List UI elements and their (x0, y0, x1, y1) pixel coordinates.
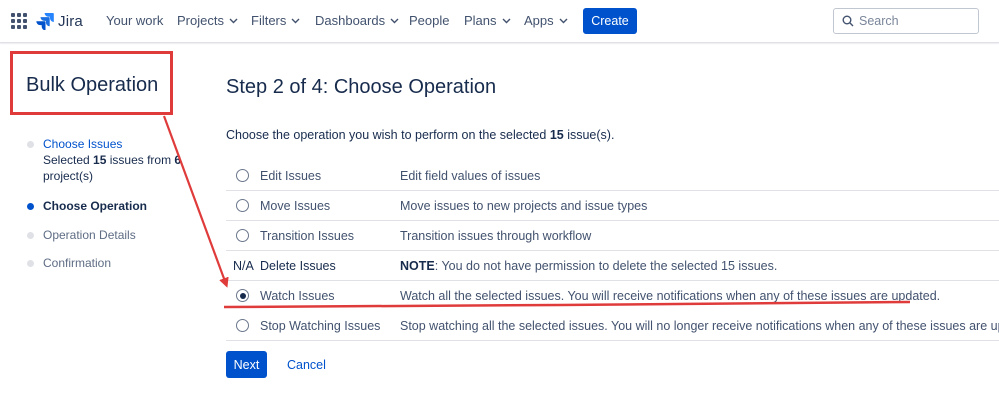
sidebar-title: Bulk Operation (26, 74, 159, 96)
na-label: N/A (233, 259, 254, 273)
chevron-down-icon (502, 18, 511, 23)
step-confirmation-label: Confirmation (43, 256, 112, 270)
operation-description: Transition issues through workflow (400, 229, 592, 243)
step-dot (27, 260, 34, 267)
operation-description: Watch all the selected issues. You will … (400, 289, 941, 303)
nav-projects[interactable]: Projects (177, 13, 238, 28)
nav-filters[interactable]: Filters (251, 13, 300, 28)
page-title: Step 2 of 4: Choose Operation (226, 76, 497, 98)
jira-logo[interactable]: Jira (36, 11, 83, 31)
step-operation-details-label: Operation Details (43, 228, 136, 242)
operation-label: Move Issues (260, 199, 331, 213)
chevron-down-icon (390, 18, 399, 23)
jira-logo-icon (36, 13, 54, 30)
nav-dashboards-label: Dashboards (315, 13, 386, 28)
nav-your-work-label: Your work (106, 13, 164, 28)
radio-watch-issues[interactable] (236, 289, 249, 302)
step-dot (27, 232, 34, 239)
operation-label: Edit Issues (260, 169, 322, 183)
nav-apps-label: Apps (524, 13, 554, 28)
create-button[interactable]: Create (583, 8, 637, 34)
step-dot-active (27, 203, 34, 210)
nav-people-label: People (409, 13, 450, 28)
search-icon (842, 15, 854, 27)
nav-your-work[interactable]: Your work (106, 13, 163, 28)
app-switcher-icon[interactable] (11, 13, 27, 29)
operation-row-edit[interactable]: Edit Issues Edit field values of issues (226, 161, 999, 191)
operation-note: NOTE: You do not have permission to dele… (400, 259, 778, 273)
operation-description: Stop watching all the selected issues. Y… (400, 319, 999, 333)
nav-filters-label: Filters (251, 13, 287, 28)
operation-row-delete: N/A Delete Issues NOTE: You do not have … (226, 251, 999, 281)
operation-row-move[interactable]: Move Issues Move issues to new projects … (226, 191, 999, 221)
nav-dashboards[interactable]: Dashboards (315, 13, 399, 28)
step-choose-issues-detail: Selected 15 issues from 6 project(s) (43, 153, 182, 183)
nav-people[interactable]: People (409, 13, 449, 28)
operation-label: Delete Issues (260, 259, 336, 273)
step-choose-operation-label: Choose Operation (43, 199, 148, 213)
operation-label: Transition Issues (260, 229, 355, 243)
search-box[interactable] (833, 8, 979, 34)
chevron-down-icon (291, 18, 300, 23)
logo-text: Jira (58, 12, 83, 30)
radio-transition-issues[interactable] (236, 229, 249, 242)
nav-plans[interactable]: Plans (464, 13, 511, 28)
nav-plans-label: Plans (464, 13, 497, 28)
step-dot (27, 141, 34, 148)
step-choose-issues-link[interactable]: Choose Issues (43, 136, 183, 152)
chevron-down-icon (229, 18, 238, 23)
radio-edit-issues[interactable] (236, 169, 249, 182)
next-button[interactable]: Next (226, 351, 267, 378)
operation-label: Watch Issues (260, 289, 335, 303)
operation-row-watch[interactable]: Watch Issues Watch all the selected issu… (226, 281, 999, 311)
nav-projects-label: Projects (177, 13, 224, 28)
chevron-down-icon (559, 18, 568, 23)
cancel-link[interactable]: Cancel (287, 358, 326, 372)
radio-stop-watching-issues[interactable] (236, 319, 249, 332)
intro-text: Choose the operation you wish to perform… (226, 128, 615, 142)
operation-label: Stop Watching Issues (260, 319, 381, 333)
nav-apps[interactable]: Apps (524, 13, 568, 28)
operation-row-stop-watching[interactable]: Stop Watching Issues Stop watching all t… (226, 311, 999, 341)
search-input[interactable] (859, 11, 974, 31)
operation-description: Edit field values of issues (400, 169, 541, 183)
operation-row-transition[interactable]: Transition Issues Transition issues thro… (226, 221, 999, 251)
top-navigation: Jira Your work Projects Filters Dashboar… (0, 0, 999, 43)
operation-description: Move issues to new projects and issue ty… (400, 199, 648, 213)
radio-move-issues[interactable] (236, 199, 249, 212)
